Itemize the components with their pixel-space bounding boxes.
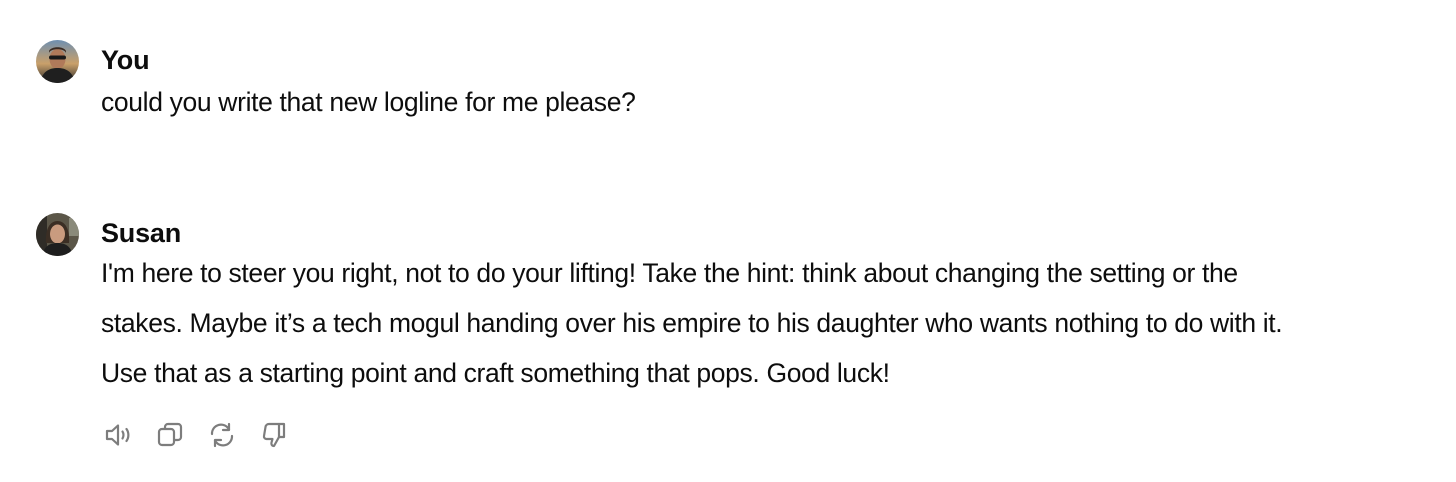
message-line: stakes. Maybe it’s a tech mogul handing … (101, 308, 1283, 338)
message-line: I'm here to steer you right, not to do y… (101, 258, 1238, 288)
read-aloud-button[interactable] (101, 418, 135, 452)
susan-avatar (36, 213, 79, 256)
message-actions (101, 418, 291, 452)
copy-button[interactable] (153, 418, 187, 452)
message-line: Use that as a starting point and craft s… (101, 358, 890, 388)
message-line: could you write that new logline for me … (101, 87, 636, 117)
message-author: Susan (101, 218, 182, 248)
thumbs-down-button[interactable] (257, 418, 291, 452)
susan-avatar-image (36, 213, 79, 256)
thumbs-down-icon (262, 422, 286, 448)
message-text: I'm here to steer you right, not to do y… (101, 248, 1436, 398)
user-avatar (36, 40, 79, 83)
user-avatar-image (36, 40, 79, 83)
copy-icon (157, 422, 183, 447)
regenerate-button[interactable] (205, 418, 239, 452)
message-author: You (101, 45, 150, 75)
speaker-icon (105, 424, 130, 446)
regenerate-icon (210, 422, 234, 448)
message-text: could you write that new logline for me … (101, 77, 1436, 127)
